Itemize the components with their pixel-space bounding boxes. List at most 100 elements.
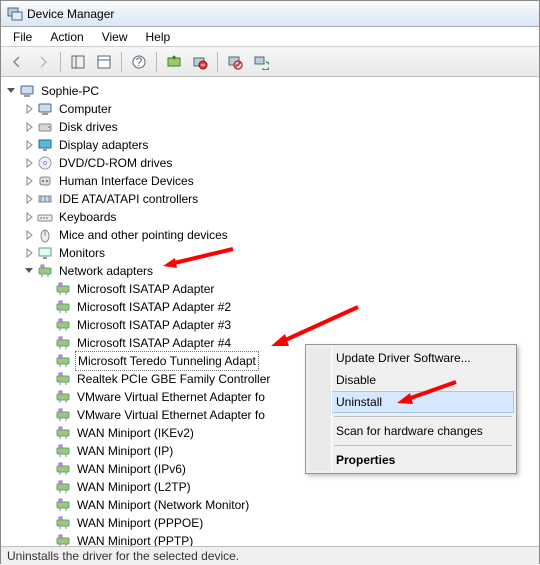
category-keyboards[interactable]: Keyboards	[23, 208, 535, 226]
expand-spacer	[41, 391, 53, 403]
monitors-icon	[37, 245, 53, 261]
category-label: Monitors	[57, 244, 107, 262]
expand-icon[interactable]	[23, 211, 35, 223]
expand-icon[interactable]	[23, 139, 35, 151]
ctx-scan-hardware[interactable]: Scan for hardware changes	[308, 420, 514, 442]
ctx-properties[interactable]: Properties	[308, 449, 514, 471]
expand-icon[interactable]	[23, 157, 35, 169]
computer-icon	[19, 83, 35, 99]
context-menu: Update Driver Software... Disable Uninst…	[305, 344, 517, 474]
device-item[interactable]: WAN Miniport (PPTP)	[41, 532, 535, 546]
expand-spacer	[41, 463, 53, 475]
properties-button[interactable]	[92, 50, 116, 74]
device-tree[interactable]: Sophie-PC ComputerDisk drivesDisplay ada…	[5, 82, 535, 546]
toolbar-separator	[156, 52, 157, 72]
category-label: Display adapters	[57, 136, 150, 154]
network-adapter-icon	[55, 389, 71, 405]
context-menu-separator	[334, 445, 512, 446]
network-adapter-icon	[55, 497, 71, 513]
device-label: Microsoft ISATAP Adapter #4	[75, 334, 233, 352]
expand-icon[interactable]	[5, 85, 17, 97]
update-driver-button[interactable]	[162, 50, 186, 74]
svg-text:?: ?	[136, 55, 143, 69]
toolbar-separator	[121, 52, 122, 72]
category-disk[interactable]: Disk drives	[23, 118, 535, 136]
menu-action[interactable]: Action	[42, 28, 91, 46]
expand-icon[interactable]	[23, 121, 35, 133]
device-label: WAN Miniport (PPTP)	[75, 532, 195, 546]
network-adapter-icon	[55, 461, 71, 477]
network-adapter-icon	[55, 299, 71, 315]
show-hide-tree-button[interactable]	[66, 50, 90, 74]
category-mice[interactable]: Mice and other pointing devices	[23, 226, 535, 244]
expand-spacer	[41, 283, 53, 295]
expand-icon[interactable]	[23, 247, 35, 259]
context-menu-separator	[334, 416, 512, 417]
back-button[interactable]	[5, 50, 29, 74]
device-label: Microsoft ISATAP Adapter #3	[75, 316, 233, 334]
title-bar: Device Manager	[1, 1, 539, 27]
expand-icon[interactable]	[23, 265, 35, 277]
device-label: Microsoft ISATAP Adapter	[75, 280, 216, 298]
device-item[interactable]: WAN Miniport (PPPOE)	[41, 514, 535, 532]
help-button[interactable]: ?	[127, 50, 151, 74]
ide-icon	[37, 191, 53, 207]
network-adapter-icon	[55, 281, 71, 297]
ctx-uninstall[interactable]: Uninstall	[308, 391, 514, 413]
device-label: VMware Virtual Ethernet Adapter fo	[75, 388, 267, 406]
expand-spacer	[41, 535, 53, 546]
category-label: Human Interface Devices	[57, 172, 196, 190]
device-label: Microsoft ISATAP Adapter #2	[75, 298, 233, 316]
category-dvd[interactable]: DVD/CD-ROM drives	[23, 154, 535, 172]
network-adapter-icon	[55, 353, 71, 369]
ctx-update-driver[interactable]: Update Driver Software...	[308, 347, 514, 369]
disable-button[interactable]	[223, 50, 247, 74]
network-adapter-icon	[55, 425, 71, 441]
category-computer[interactable]: Computer	[23, 100, 535, 118]
device-item[interactable]: Microsoft ISATAP Adapter #2	[41, 298, 535, 316]
device-item[interactable]: Microsoft ISATAP Adapter	[41, 280, 535, 298]
expand-spacer	[41, 373, 53, 385]
forward-button[interactable]	[31, 50, 55, 74]
menu-file[interactable]: File	[5, 28, 40, 46]
scan-hardware-button[interactable]	[249, 50, 273, 74]
expand-icon[interactable]	[23, 175, 35, 187]
display-icon	[37, 137, 53, 153]
category-label: Disk drives	[57, 118, 120, 136]
device-label: Microsoft Teredo Tunneling Adapt	[75, 351, 259, 371]
network-adapter-icon	[55, 335, 71, 351]
expand-spacer	[41, 337, 53, 349]
network-adapter-icon	[55, 371, 71, 387]
menu-bar: File Action View Help	[1, 27, 539, 47]
expand-icon[interactable]	[23, 193, 35, 205]
network-adapter-icon	[55, 443, 71, 459]
category-ide[interactable]: IDE ATA/ATAPI controllers	[23, 190, 535, 208]
device-label: VMware Virtual Ethernet Adapter fo	[75, 406, 267, 424]
expand-icon[interactable]	[23, 229, 35, 241]
device-item[interactable]: Microsoft ISATAP Adapter #3	[41, 316, 535, 334]
ctx-disable[interactable]: Disable	[308, 369, 514, 391]
root-node[interactable]: Sophie-PC	[5, 82, 535, 100]
toolbar-separator	[217, 52, 218, 72]
device-label: WAN Miniport (IPv6)	[75, 460, 188, 478]
window-title: Device Manager	[27, 7, 114, 21]
expand-spacer	[41, 481, 53, 493]
category-network[interactable]: Network adapters	[23, 262, 535, 280]
device-item[interactable]: WAN Miniport (L2TP)	[41, 478, 535, 496]
category-display[interactable]: Display adapters	[23, 136, 535, 154]
keyboards-icon	[37, 209, 53, 225]
device-item[interactable]: WAN Miniport (Network Monitor)	[41, 496, 535, 514]
category-hid[interactable]: Human Interface Devices	[23, 172, 535, 190]
expand-spacer	[41, 427, 53, 439]
app-icon	[7, 6, 23, 22]
uninstall-button[interactable]	[188, 50, 212, 74]
device-tree-panel: Sophie-PC ComputerDisk drivesDisplay ada…	[1, 77, 539, 546]
device-label: WAN Miniport (IP)	[75, 442, 175, 460]
network-adapter-icon	[55, 407, 71, 423]
category-label: DVD/CD-ROM drives	[57, 154, 174, 172]
menu-view[interactable]: View	[94, 28, 136, 46]
expand-icon[interactable]	[23, 103, 35, 115]
category-monitors[interactable]: Monitors	[23, 244, 535, 262]
menu-help[interactable]: Help	[138, 28, 179, 46]
dvd-icon	[37, 155, 53, 171]
